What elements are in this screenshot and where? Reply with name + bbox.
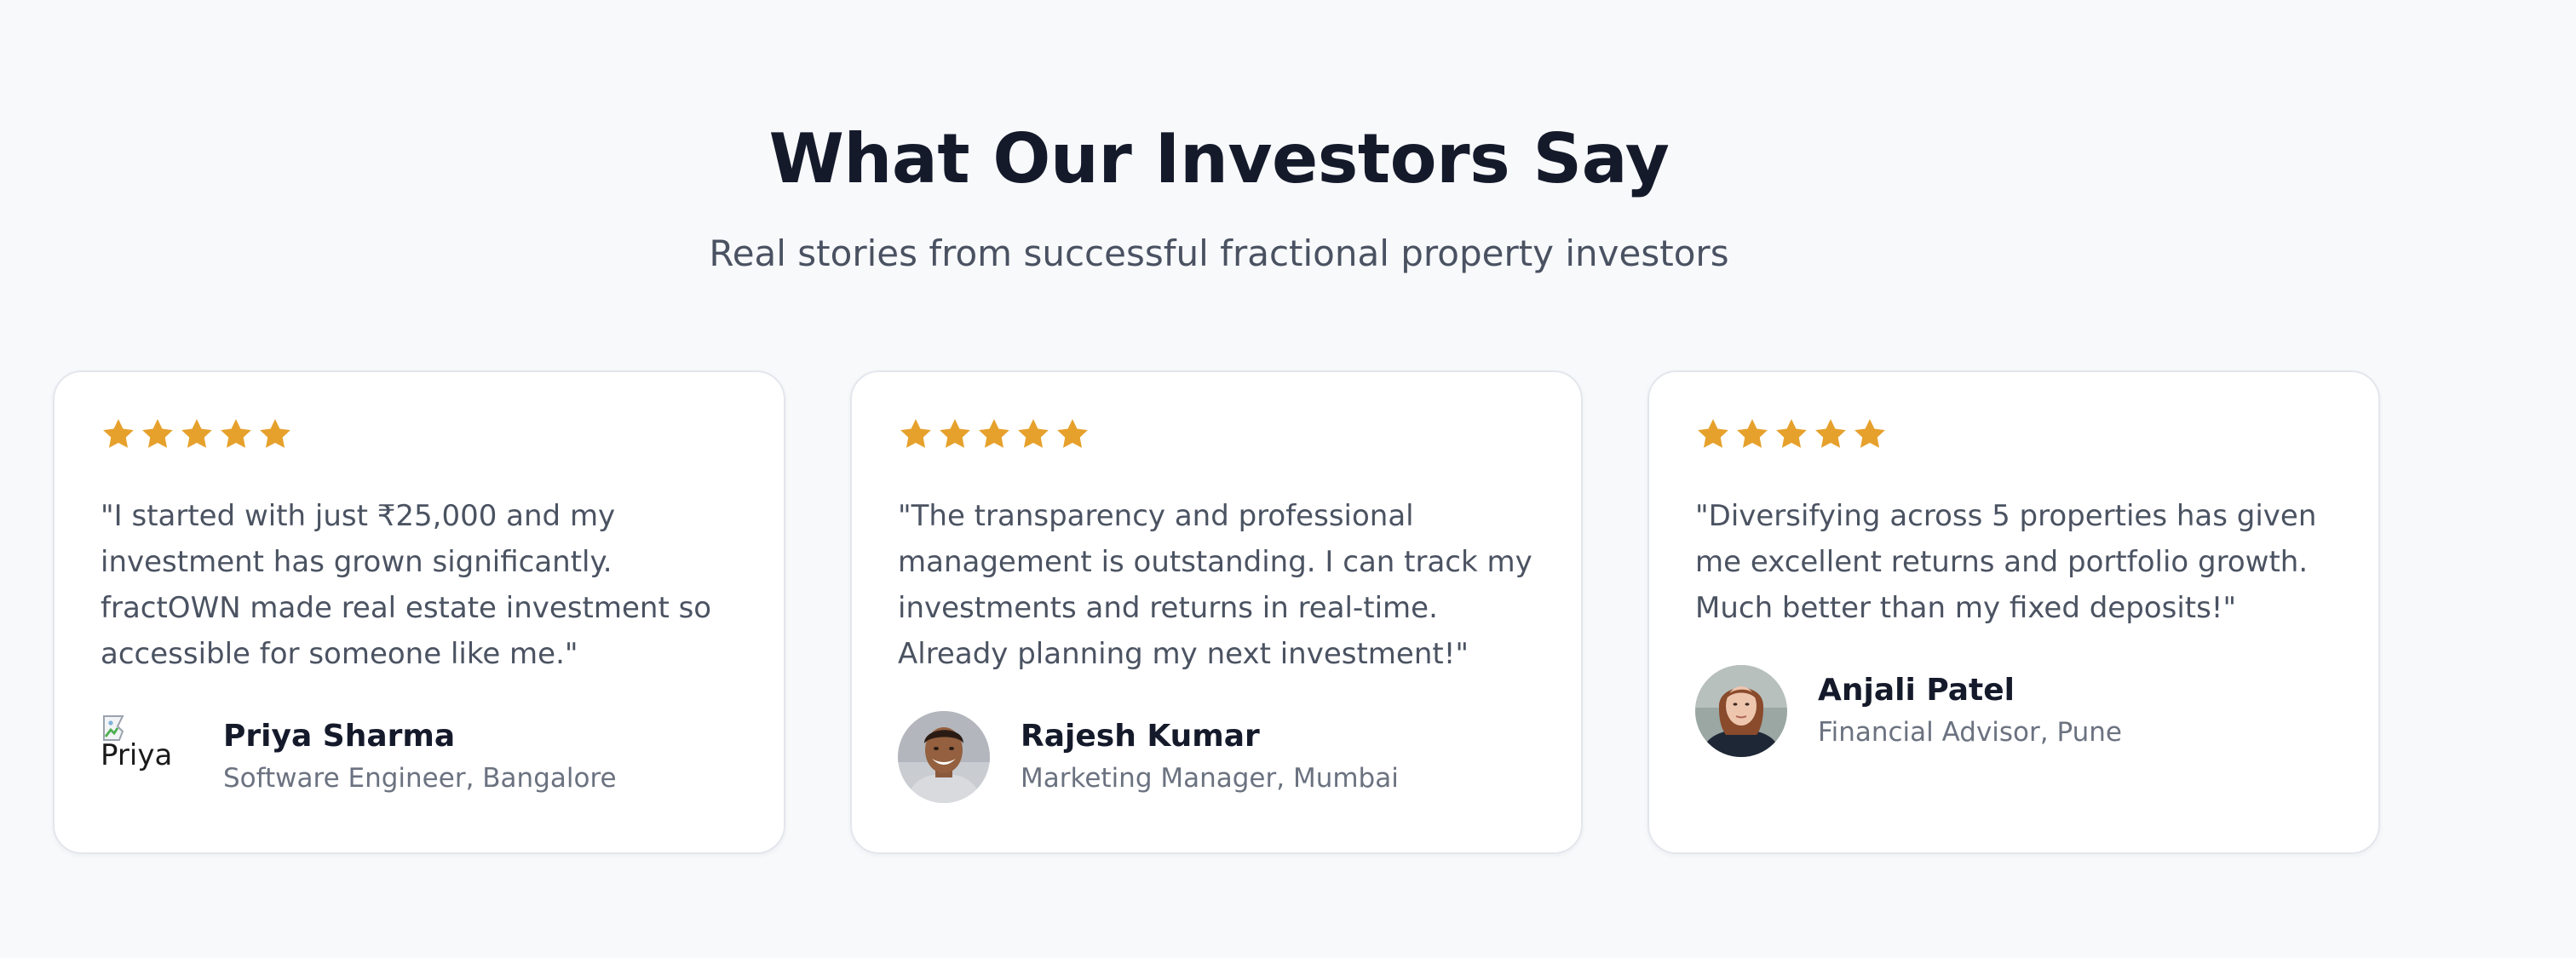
star-icon (900, 419, 931, 448)
section-subtitle: Real stories from successful fractional … (709, 232, 1729, 274)
star-icon (1018, 419, 1049, 448)
star-icon (260, 419, 290, 448)
avatar-photo (1695, 665, 1787, 757)
testimonial-author: Rajesh Kumar Marketing Manager, Mumbai (898, 711, 1399, 803)
avatar (898, 711, 990, 803)
avatar-photo (898, 711, 990, 803)
section-title: What Our Investors Say (768, 119, 1670, 198)
author-name: Rajesh Kumar (1021, 719, 1260, 754)
author-role: Software Engineer, Bangalore (223, 763, 617, 794)
star-icon (940, 419, 970, 448)
author-meta: Anjali Patel Financial Advisor, Pune (1818, 670, 2122, 752)
star-icon (1057, 419, 1088, 448)
star-icon (1815, 419, 1846, 448)
testimonial-author: Anjali Patel Financial Advisor, Pune (1695, 665, 2122, 757)
star-icon (1776, 419, 1807, 448)
star-icon (1698, 419, 1728, 448)
author-name: Priya Sharma (223, 719, 456, 754)
testimonial-card: "I started with just ₹25,000 and my inve… (53, 370, 785, 854)
star-icon (221, 419, 251, 448)
testimonial-quote: "The transparency and professional manag… (898, 499, 1532, 671)
star-icon (1737, 419, 1768, 448)
testimonial-quote: "I started with just ₹25,000 and my inve… (101, 499, 712, 671)
author-meta: Rajesh Kumar Marketing Manager, Mumbai (1021, 716, 1399, 798)
star-rating (1695, 416, 1888, 452)
author-meta: Priya Sharma Software Engineer, Bangalor… (223, 716, 617, 798)
star-icon (181, 419, 212, 448)
testimonial-card: "Diversifying across 5 properties has gi… (1647, 370, 2380, 854)
avatar-alt-text: Priya (101, 738, 173, 772)
testimonials-section: What Our Investors Say Real stories from… (0, 0, 2576, 958)
avatar: Priya (101, 711, 193, 803)
avatar (1695, 665, 1787, 757)
author-role: Marketing Manager, Mumbai (1021, 763, 1399, 794)
star-icon (103, 419, 134, 448)
testimonial-author: Priya Priya Sharma Software Engineer, Ba… (101, 711, 617, 803)
star-icon (979, 419, 1009, 448)
testimonial-quote: "Diversifying across 5 properties has gi… (1695, 499, 2317, 625)
testimonial-card: "The transparency and professional manag… (850, 370, 1583, 854)
star-icon (142, 419, 173, 448)
author-name: Anjali Patel (1818, 673, 2015, 708)
star-rating (898, 416, 1090, 452)
author-role: Financial Advisor, Pune (1818, 717, 2122, 748)
star-rating (101, 416, 293, 452)
star-icon (1854, 419, 1885, 448)
